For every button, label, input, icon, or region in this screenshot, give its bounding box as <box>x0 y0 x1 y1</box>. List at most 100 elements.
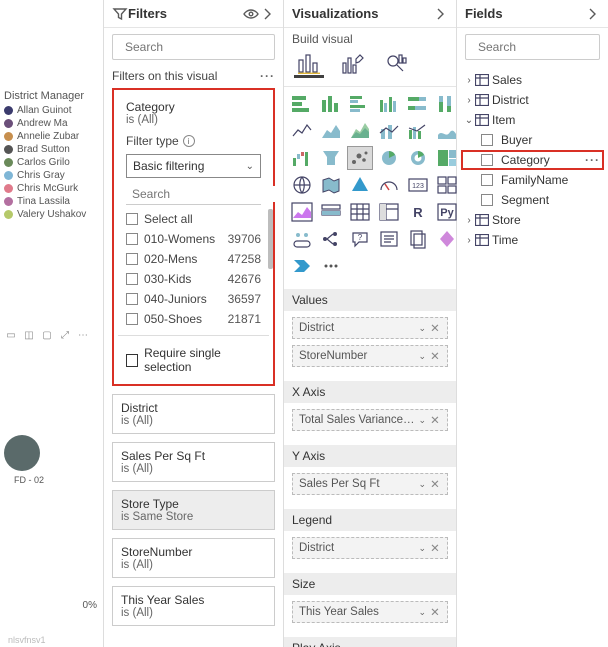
legend-item[interactable]: Chris McGurk <box>4 183 99 194</box>
filters-search[interactable] <box>112 34 275 60</box>
viz-key-influencers[interactable] <box>290 228 314 250</box>
viz-scatter[interactable] <box>348 147 372 169</box>
info-icon[interactable]: i <box>183 135 195 147</box>
legend-item[interactable]: Brad Sutton <box>4 144 99 155</box>
viz-funnel[interactable] <box>319 147 343 169</box>
checkbox[interactable] <box>126 273 138 285</box>
table-item[interactable]: ›Store <box>461 210 604 230</box>
legend-item[interactable]: Tina Lassila <box>4 196 99 207</box>
viz-paginated[interactable] <box>406 228 430 250</box>
viz-gauge[interactable] <box>377 174 401 196</box>
viz-narrative[interactable] <box>377 228 401 250</box>
filter-card[interactable]: StoreNumberis (All) <box>112 538 275 578</box>
visual-icon[interactable]: ⋯ <box>76 328 90 342</box>
caret-icon[interactable]: › <box>463 95 475 106</box>
legend-item[interactable]: Annelie Zubar <box>4 131 99 142</box>
field-well[interactable]: StoreNumber⌄✕ <box>292 345 448 367</box>
visual-icon[interactable]: ⤢ <box>58 328 72 342</box>
viz-line-stacked-column[interactable] <box>377 120 401 142</box>
chevron-down-icon[interactable]: ⌄ <box>418 479 426 490</box>
filter-card[interactable]: Sales Per Sq Ftis (All) <box>112 442 275 482</box>
legend-item[interactable]: Allan Guinot <box>4 105 99 116</box>
collapse-icon[interactable] <box>584 6 600 22</box>
visual-icon[interactable]: ▭ <box>4 328 18 342</box>
viz-clustered-column[interactable] <box>377 93 401 115</box>
viz-100-column[interactable] <box>435 93 459 115</box>
filter-value-row[interactable]: Select all <box>126 209 267 229</box>
remove-icon[interactable]: ✕ <box>429 349 441 363</box>
viz-100-bar[interactable] <box>406 93 430 115</box>
viz-stacked-area[interactable] <box>348 120 372 142</box>
field-well[interactable]: Total Sales Variance %⌄✕ <box>292 409 448 431</box>
filter-value-row[interactable]: 030-Kids42676 <box>126 269 267 289</box>
filter-value-row[interactable]: 020-Mens47258 <box>126 249 267 269</box>
eye-icon[interactable] <box>243 6 259 22</box>
field-well[interactable]: Sales Per Sq Ft⌄✕ <box>292 473 448 495</box>
viz-clustered-bar[interactable] <box>348 93 372 115</box>
checkbox[interactable] <box>481 134 493 146</box>
viz-donut[interactable] <box>406 147 430 169</box>
collapse-icon[interactable] <box>259 6 275 22</box>
table-item[interactable]: ›Time <box>461 230 604 250</box>
checkbox[interactable] <box>126 233 138 245</box>
viz-powerapps[interactable] <box>435 228 459 250</box>
fields-search-input[interactable] <box>476 39 608 55</box>
caret-icon[interactable]: ⌄ <box>463 115 475 126</box>
values-scrollbar[interactable] <box>268 209 273 269</box>
field-item[interactable]: Segment <box>461 190 604 210</box>
field-well[interactable]: District⌄✕ <box>292 537 448 559</box>
chevron-down-icon[interactable]: ⌄ <box>418 607 426 618</box>
viz-r[interactable]: R <box>406 201 430 223</box>
collapse-icon[interactable] <box>432 6 448 22</box>
checkbox[interactable] <box>126 313 138 325</box>
remove-icon[interactable]: ✕ <box>429 321 441 335</box>
legend-item[interactable]: Valery Ushakov <box>4 209 99 220</box>
legend-item[interactable]: Chris Gray <box>4 170 99 181</box>
fields-search[interactable] <box>465 34 600 60</box>
viz-automate[interactable] <box>290 255 314 277</box>
viz-kpi[interactable] <box>290 201 314 223</box>
remove-icon[interactable]: ✕ <box>429 413 441 427</box>
caret-icon[interactable]: › <box>463 215 475 226</box>
visual-icon[interactable]: ▢ <box>40 328 54 342</box>
filter-card[interactable]: This Year Salesis (All) <box>112 586 275 626</box>
viz-treemap[interactable] <box>435 147 459 169</box>
remove-icon[interactable]: ✕ <box>429 541 441 555</box>
viz-stacked-bar[interactable] <box>290 93 314 115</box>
checkbox[interactable] <box>126 293 138 305</box>
format-visual-tab[interactable] <box>338 50 368 78</box>
filter-type-select[interactable]: Basic filtering ⌄ <box>126 154 261 178</box>
checkbox[interactable] <box>481 194 493 206</box>
legend-item[interactable]: Andrew Ma <box>4 118 99 129</box>
field-well[interactable]: This Year Sales⌄✕ <box>292 601 448 623</box>
viz-card[interactable]: 123 <box>406 174 430 196</box>
more-icon[interactable]: ··· <box>260 69 275 83</box>
viz-table[interactable] <box>348 201 372 223</box>
chevron-down-icon[interactable]: ⌄ <box>418 323 426 334</box>
viz-matrix[interactable] <box>377 201 401 223</box>
build-visual-tab[interactable] <box>294 50 324 78</box>
checkbox[interactable] <box>481 174 493 186</box>
checkbox[interactable] <box>481 154 493 166</box>
filters-search-input[interactable] <box>123 39 282 55</box>
viz-line[interactable] <box>290 120 314 142</box>
filter-value-row[interactable]: 010-Womens39706 <box>126 229 267 249</box>
chevron-down-icon[interactable]: ⌄ <box>418 543 426 554</box>
filter-value-row[interactable]: 040-Juniors36597 <box>126 289 267 309</box>
filter-card[interactable]: Store Typeis Same Store <box>112 490 275 530</box>
viz-waterfall[interactable] <box>290 147 314 169</box>
checkbox[interactable] <box>126 253 138 265</box>
filter-values-search-input[interactable] <box>130 186 283 202</box>
checkbox[interactable] <box>126 354 138 367</box>
viz-azure-map[interactable] <box>348 174 372 196</box>
viz-line-clustered-column[interactable] <box>406 120 430 142</box>
remove-icon[interactable]: ✕ <box>429 605 441 619</box>
filter-card[interactable]: Districtis (All) <box>112 394 275 434</box>
table-item[interactable]: ›Sales <box>461 70 604 90</box>
more-icon[interactable]: ··· <box>585 153 600 167</box>
legend-item[interactable]: Carlos Grilo <box>4 157 99 168</box>
viz-qa[interactable]: ? <box>348 228 372 250</box>
chevron-down-icon[interactable]: ⌄ <box>418 415 426 426</box>
viz-more[interactable] <box>319 255 343 277</box>
table-item[interactable]: ⌄Item <box>461 110 604 130</box>
